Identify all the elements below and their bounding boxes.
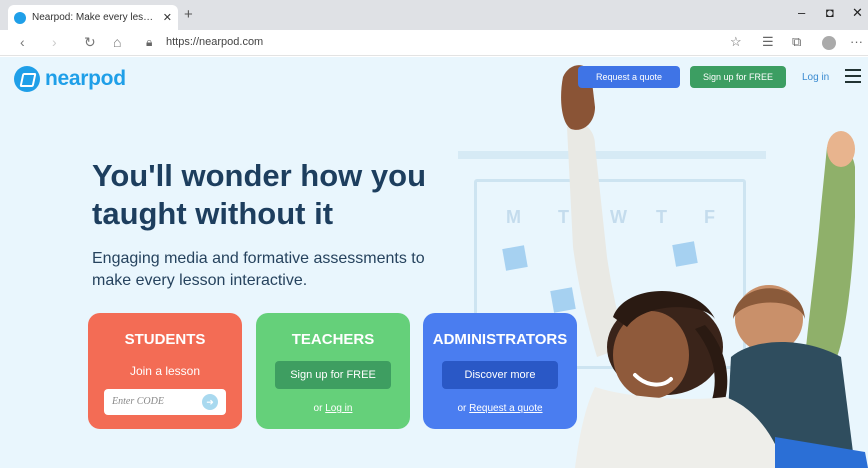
browser-tab-bar: Nearpod: Make every lesson inte ✕ + – ◘ … [0, 0, 868, 30]
or-label: or [457, 403, 467, 414]
profile-icon[interactable] [822, 36, 836, 50]
administrators-card: ADMINISTRATORS Discover more or Request … [423, 313, 577, 429]
teacher-signup-button[interactable]: Sign up for FREE [275, 361, 391, 389]
teacher-login-link[interactable]: Log in [325, 403, 352, 414]
home-button[interactable]: ⌂ [113, 34, 121, 50]
teachers-card: TEACHERS Sign up for FREE or Log in [256, 313, 410, 429]
code-placeholder: Enter CODE [112, 396, 164, 407]
join-lesson-label: Join a lesson [129, 364, 201, 378]
collections-icon[interactable]: ⧉ [792, 34, 801, 50]
nearpod-favicon-icon [14, 11, 26, 24]
or-label: or [313, 403, 323, 414]
lock-icon: 🔒︎ [146, 35, 153, 49]
forward-button[interactable]: › [52, 34, 57, 50]
new-tab-button[interactable]: + [184, 6, 193, 23]
minimize-window-button[interactable]: – [798, 5, 805, 20]
more-menu-button[interactable]: ··· [850, 34, 863, 49]
nearpod-homepage: M T W T F nearpod Request a quote Sign u… [0, 57, 868, 468]
join-arrow-icon[interactable]: ➜ [202, 394, 218, 410]
logo-text: nearpod [45, 67, 126, 90]
refresh-button[interactable]: ↻ [84, 34, 96, 51]
students-card-title: STUDENTS [124, 331, 206, 348]
header-signup-button[interactable]: Sign up for FREE [690, 66, 786, 88]
star-icon[interactable]: ☆ [730, 34, 742, 50]
lesson-code-input[interactable]: Enter CODE ➜ [104, 389, 226, 415]
back-button[interactable]: ‹ [20, 34, 25, 50]
students-raising-hands-photo [561, 65, 868, 468]
hero-subhead: Engaging media and formative assessments… [92, 250, 425, 289]
teacher-login-line: or Log in [256, 403, 410, 414]
discover-more-button[interactable]: Discover more [442, 361, 558, 389]
close-window-button[interactable]: ✕ [852, 5, 863, 21]
maximize-window-button[interactable]: ◘ [826, 5, 834, 20]
administrators-card-title: ADMINISTRATORS [432, 331, 568, 348]
close-tab-icon[interactable]: ✕ [163, 11, 172, 24]
tab-title: Nearpod: Make every lesson inte [32, 12, 157, 23]
board-day-label: M [506, 207, 521, 227]
nearpod-logo[interactable]: nearpod [14, 66, 126, 92]
teachers-card-title: TEACHERS [291, 331, 375, 348]
nearpod-logo-icon [14, 66, 40, 92]
login-link[interactable]: Log in [802, 72, 829, 83]
sticky-note-decoration [502, 245, 528, 271]
hero-headline: You'll wonder how you taught without it [92, 158, 427, 231]
browser-address-bar: ‹ › ↻ ⌂ 🔒︎ https://nearpod.com ☆ ☰ ⧉ ··· [0, 30, 868, 56]
students-card: STUDENTS Join a lesson Enter CODE ➜ [88, 313, 242, 429]
hamburger-menu-icon[interactable] [845, 69, 861, 87]
favorites-icon[interactable]: ☰ [762, 34, 774, 50]
browser-tab[interactable]: Nearpod: Make every lesson inte ✕ [8, 5, 178, 30]
request-quote-button[interactable]: Request a quote [578, 66, 680, 88]
admin-request-quote-link[interactable]: Request a quote [469, 403, 542, 414]
url-field[interactable]: https://nearpod.com [166, 36, 263, 48]
admin-quote-line: or Request a quote [423, 403, 577, 414]
